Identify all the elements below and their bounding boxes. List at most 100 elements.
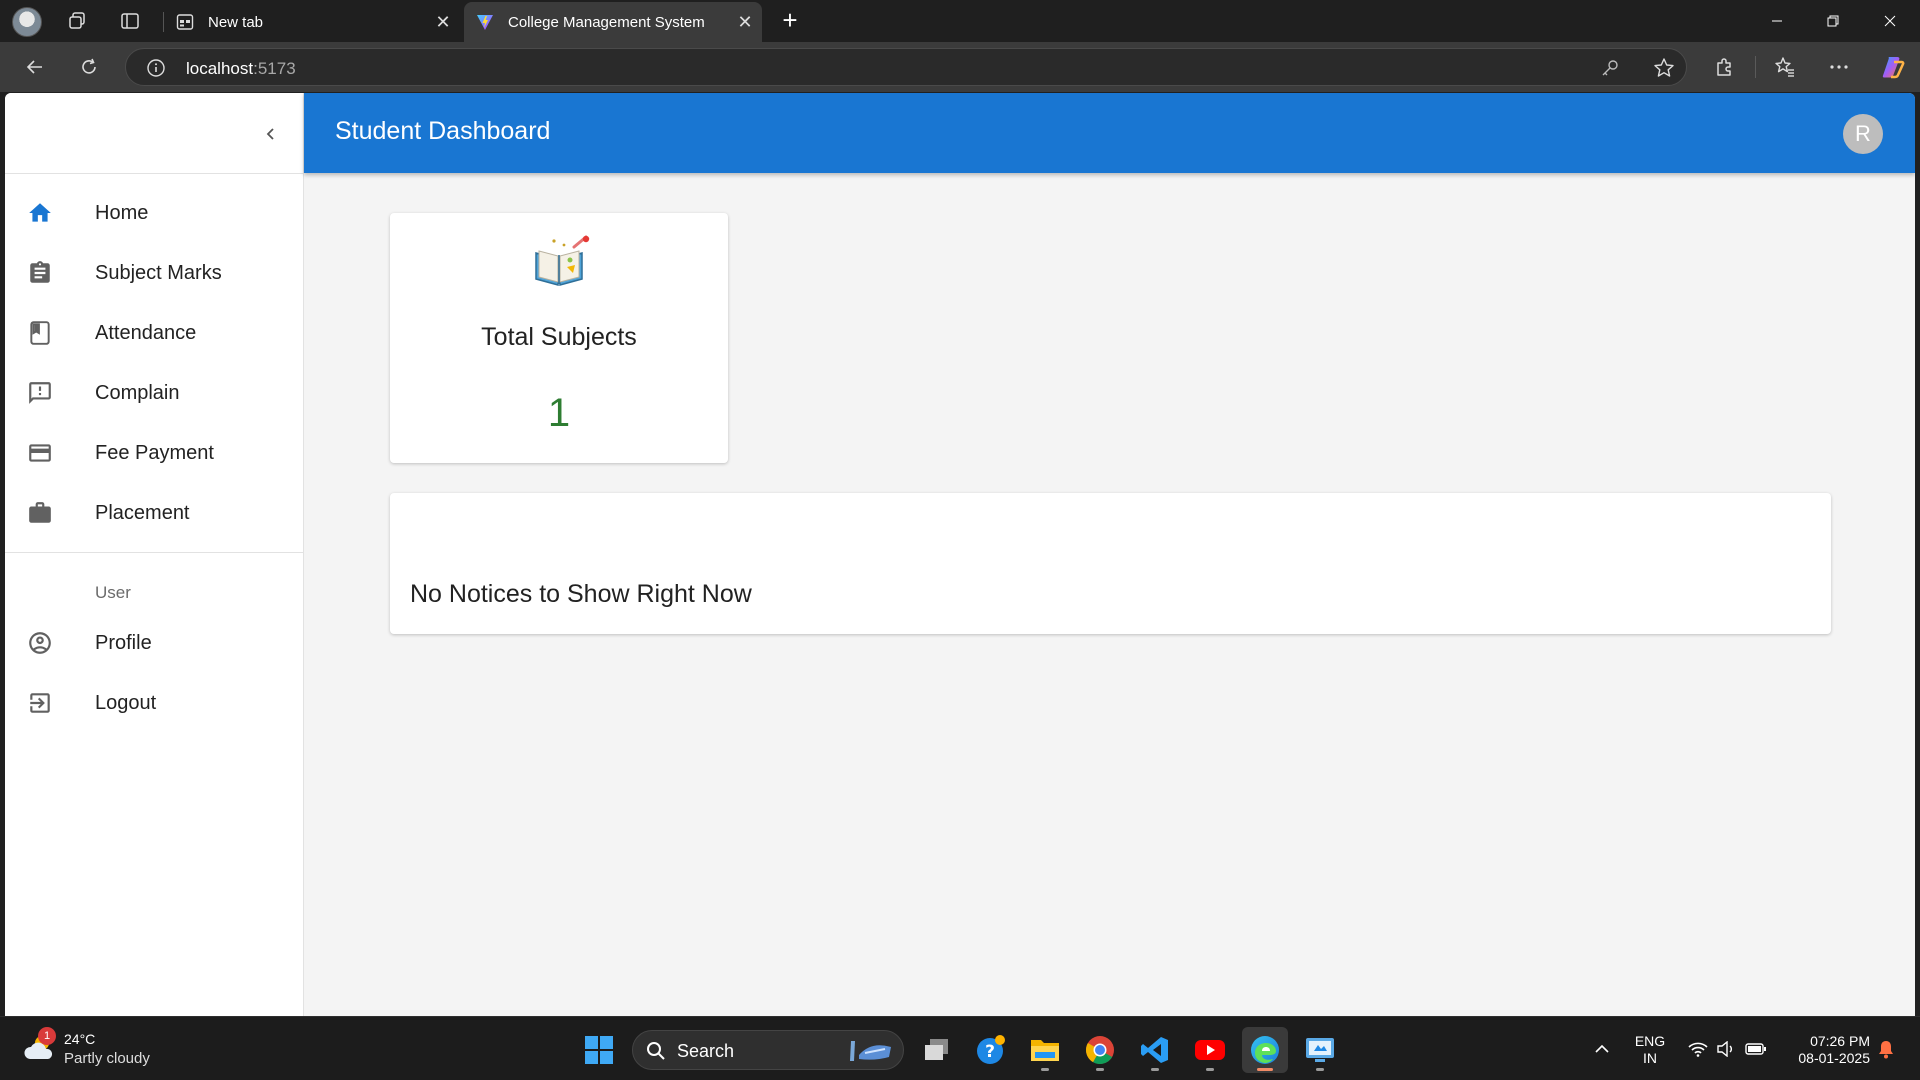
system-clock[interactable]: 07:26 PM 08-01-2025 xyxy=(1770,1033,1870,1067)
clock-date: 08-01-2025 xyxy=(1798,1050,1870,1066)
task-view-icon[interactable] xyxy=(914,1027,960,1073)
svg-text:?: ? xyxy=(985,1042,995,1062)
favorites-icon[interactable] xyxy=(1768,51,1802,83)
get-help-icon[interactable]: ? xyxy=(968,1027,1014,1073)
copilot-icon[interactable] xyxy=(1876,51,1910,83)
running-indicator xyxy=(1316,1068,1324,1071)
remote-desktop-icon[interactable] xyxy=(1297,1027,1343,1073)
sidebar-item-attendance[interactable]: Attendance xyxy=(5,303,303,363)
toolbar-separator xyxy=(1755,56,1756,78)
tab-title: College Management System xyxy=(508,13,705,31)
minimize-icon[interactable] xyxy=(1749,0,1805,42)
browser-tab-strip: New tab ✕ College Management System ✕ + xyxy=(0,0,1920,42)
start-button[interactable] xyxy=(576,1027,622,1073)
close-window-icon[interactable] xyxy=(1862,0,1918,42)
total-subjects-card: Total Subjects 1 xyxy=(390,213,728,463)
search-highlight-icon xyxy=(845,1037,897,1065)
sidebar-nav: Home Subject Marks Attendance Complain F… xyxy=(5,174,303,543)
stat-title: Total Subjects xyxy=(481,323,637,351)
assignment-icon xyxy=(27,260,53,286)
account-circle-icon xyxy=(27,630,53,656)
briefcase-icon xyxy=(27,500,53,526)
search-icon xyxy=(646,1041,666,1061)
windows-taskbar: 1 24°C Partly cloudy Search ? ENG IN 07:… xyxy=(0,1016,1920,1080)
address-bar[interactable]: localhost:5173 xyxy=(125,48,1687,86)
taskbar-search[interactable]: Search xyxy=(632,1030,904,1070)
chrome-icon[interactable] xyxy=(1077,1027,1123,1073)
sidebar-item-placement[interactable]: Placement xyxy=(5,483,303,543)
home-icon xyxy=(27,200,53,226)
edge-browser-icon[interactable] xyxy=(1242,1027,1288,1073)
notification-badge: 1 xyxy=(38,1027,56,1045)
running-indicator xyxy=(1257,1068,1273,1071)
show-hidden-icons-chevron-up-icon[interactable] xyxy=(1590,1017,1614,1080)
weather-condition: Partly cloudy xyxy=(64,1050,150,1067)
close-tab-icon[interactable]: ✕ xyxy=(426,8,460,36)
vscode-icon[interactable] xyxy=(1132,1027,1178,1073)
sidebar-item-label: Profile xyxy=(95,631,152,654)
browser-profile-avatar[interactable] xyxy=(12,7,42,37)
browser-toolbar: localhost:5173 xyxy=(0,42,1920,92)
page-title: Student Dashboard xyxy=(335,117,551,145)
language-code: ENG xyxy=(1634,1033,1666,1049)
sidebar-item-label: Attendance xyxy=(95,321,197,344)
sidebar-header xyxy=(5,93,303,174)
tab-college-management-system[interactable]: College Management System ✕ xyxy=(464,2,762,42)
notification-bell-icon[interactable] xyxy=(1874,1017,1898,1080)
speaker-icon[interactable] xyxy=(1714,1017,1738,1080)
search-label: Search xyxy=(677,1041,735,1061)
extensions-icon[interactable] xyxy=(1707,51,1741,83)
restore-icon[interactable] xyxy=(1805,0,1861,42)
tab-actions-icon[interactable] xyxy=(116,7,144,35)
wifi-icon[interactable] xyxy=(1686,1017,1710,1080)
weather-widget[interactable]: 1 24°C Partly cloudy xyxy=(22,1027,202,1069)
chevron-left-icon[interactable] xyxy=(257,120,285,148)
sidebar-item-subject-marks[interactable]: Subject Marks xyxy=(5,243,303,303)
running-indicator xyxy=(1041,1068,1049,1071)
battery-icon[interactable] xyxy=(1744,1017,1768,1080)
credit-card-icon xyxy=(27,440,53,466)
running-indicator xyxy=(1206,1068,1214,1071)
url-port: :5173 xyxy=(253,59,296,78)
avatar[interactable]: R xyxy=(1843,114,1883,154)
input-language-indicator[interactable]: ENG IN xyxy=(1630,1033,1670,1067)
bookmark-icon xyxy=(27,320,53,346)
workspaces-icon[interactable] xyxy=(63,7,91,35)
language-region: IN xyxy=(1643,1050,1657,1066)
sidebar-item-label: Complain xyxy=(95,381,180,404)
sidebar-item-profile[interactable]: Profile xyxy=(5,613,303,673)
new-tab-page-icon xyxy=(176,13,194,31)
password-key-icon[interactable] xyxy=(1598,57,1622,79)
tab-new-tab[interactable]: New tab ✕ xyxy=(164,2,460,42)
refresh-icon[interactable] xyxy=(72,51,106,83)
sidebar: Home Subject Marks Attendance Complain F… xyxy=(5,93,304,1016)
file-explorer-icon[interactable] xyxy=(1022,1027,1068,1073)
stat-value: 1 xyxy=(547,391,571,435)
subjects-book-icon xyxy=(530,233,590,291)
tab-title: New tab xyxy=(208,13,264,31)
running-indicator xyxy=(1151,1068,1159,1071)
sidebar-item-home[interactable]: Home xyxy=(5,183,303,243)
sidebar-item-logout[interactable]: Logout xyxy=(5,673,303,733)
notice-empty-message: No Notices to Show Right Now xyxy=(410,580,752,608)
new-tab-button[interactable]: + xyxy=(774,7,806,35)
site-info-icon[interactable] xyxy=(146,58,166,78)
sidebar-item-label: Fee Payment xyxy=(95,441,214,464)
close-tab-icon[interactable]: ✕ xyxy=(728,8,762,36)
app-bar: Student Dashboard R xyxy=(304,93,1915,173)
page-viewport: Home Subject Marks Attendance Complain F… xyxy=(5,93,1915,1016)
more-options-icon[interactable] xyxy=(1822,51,1856,83)
youtube-icon[interactable] xyxy=(1187,1027,1233,1073)
sidebar-item-complain[interactable]: Complain xyxy=(5,363,303,423)
running-indicator xyxy=(1096,1068,1104,1071)
sidebar-item-fee-payment[interactable]: Fee Payment xyxy=(5,423,303,483)
clock-time: 07:26 PM xyxy=(1810,1033,1870,1049)
sidebar-item-label: Logout xyxy=(95,691,157,714)
notices-card: No Notices to Show Right Now xyxy=(390,493,1831,634)
vite-favicon xyxy=(476,13,494,31)
exit-icon xyxy=(27,690,53,716)
url-text: localhost:5173 xyxy=(186,59,296,79)
back-arrow-icon[interactable] xyxy=(18,51,52,83)
favorite-star-icon[interactable] xyxy=(1652,57,1676,79)
sidebar-item-label: Home xyxy=(95,201,149,224)
